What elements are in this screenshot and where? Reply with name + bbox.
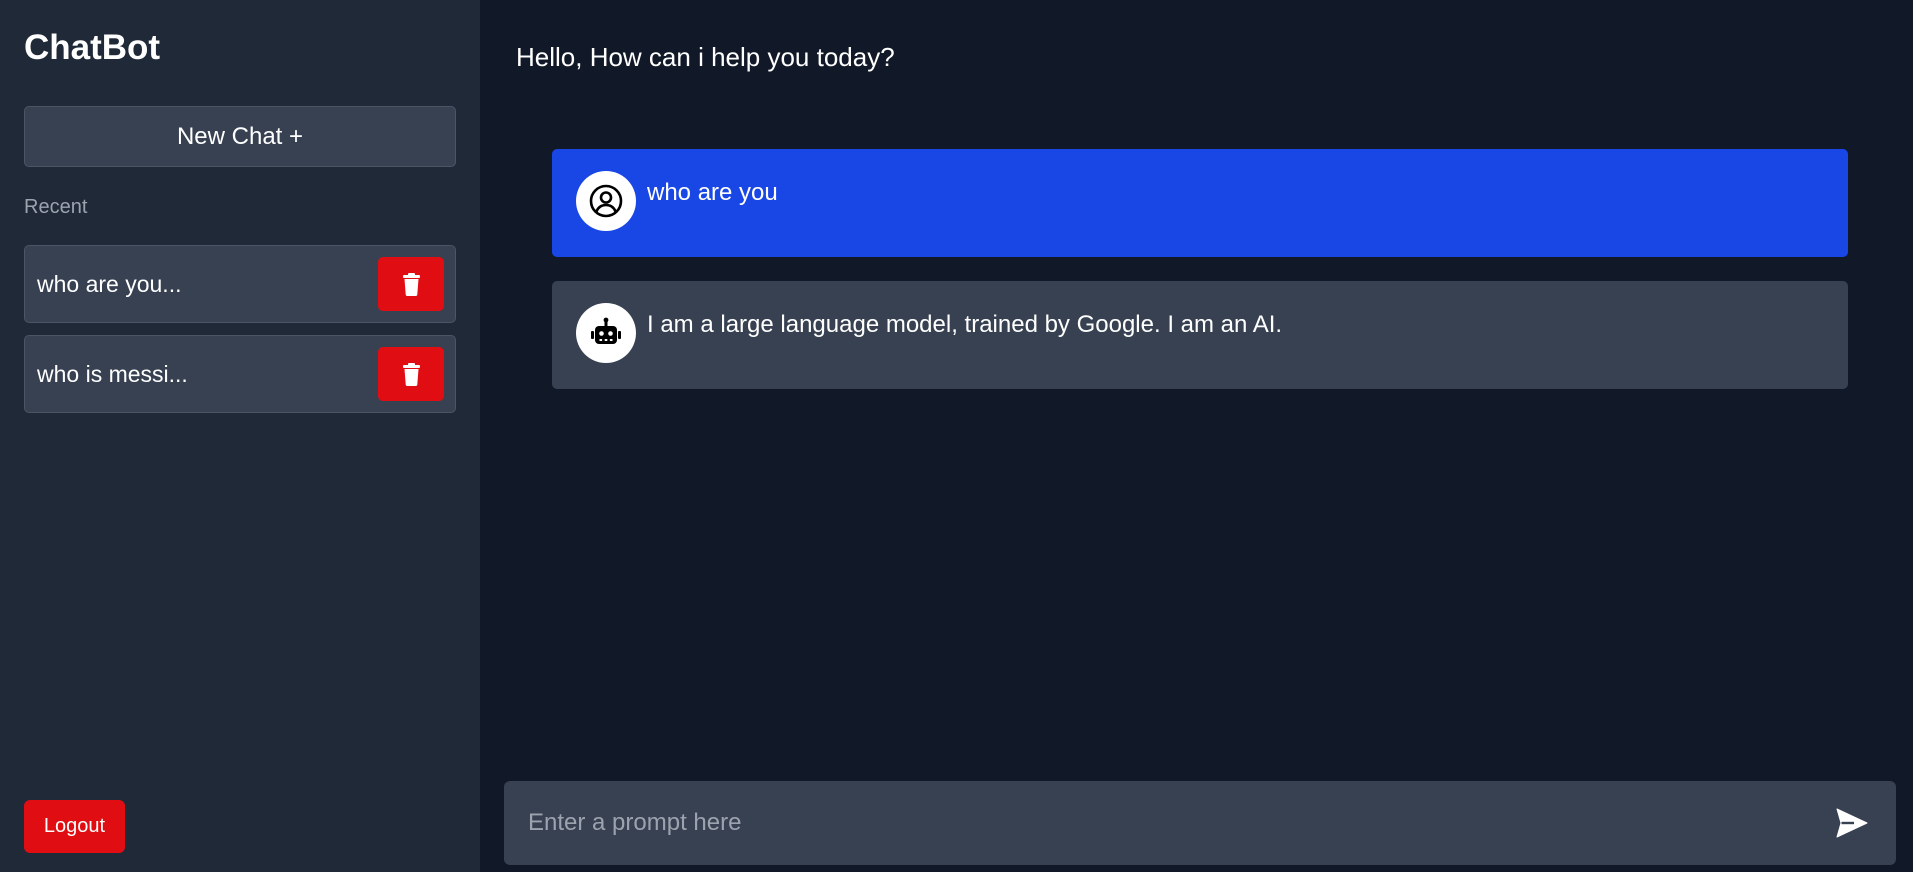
user-message: who are you: [552, 149, 1848, 257]
send-icon: [1836, 808, 1868, 838]
prompt-input[interactable]: [528, 793, 1832, 853]
new-chat-button[interactable]: New Chat +: [24, 106, 456, 167]
user-circle-icon: [589, 184, 623, 218]
message-text: I am a large language model, trained by …: [647, 311, 1283, 338]
robot-icon: [591, 317, 621, 344]
trash-icon: [402, 272, 420, 296]
recent-heading: Recent: [24, 196, 88, 218]
greeting-text: Hello, How can i help you today?: [516, 42, 895, 72]
chat-history-item[interactable]: who are you...: [24, 245, 456, 323]
chat-history-item[interactable]: who is messi...: [24, 335, 456, 413]
trash-icon: [402, 362, 420, 386]
message-text: who are you: [647, 179, 778, 206]
chat-history-label: who is messi...: [37, 360, 188, 387]
chat-history-label: who are you...: [37, 270, 182, 297]
logout-button[interactable]: Logout: [24, 800, 125, 853]
bot-avatar: [576, 303, 636, 363]
message-list: who are you I am a large language model,…: [552, 149, 1848, 413]
delete-chat-button[interactable]: [378, 347, 444, 401]
app-title: ChatBot: [24, 28, 161, 67]
delete-chat-button[interactable]: [378, 257, 444, 311]
bot-message: I am a large language model, trained by …: [552, 281, 1848, 389]
prompt-bar: [504, 781, 1896, 865]
chat-main: Hello, How can i help you today? who are…: [480, 0, 1913, 872]
sidebar: ChatBot New Chat + Recent who are you...…: [0, 0, 480, 872]
send-button[interactable]: [1832, 803, 1872, 843]
app-root: ChatBot New Chat + Recent who are you...…: [0, 0, 1913, 872]
chat-history-list: who are you... who is messi...: [24, 245, 456, 425]
user-avatar: [576, 171, 636, 231]
